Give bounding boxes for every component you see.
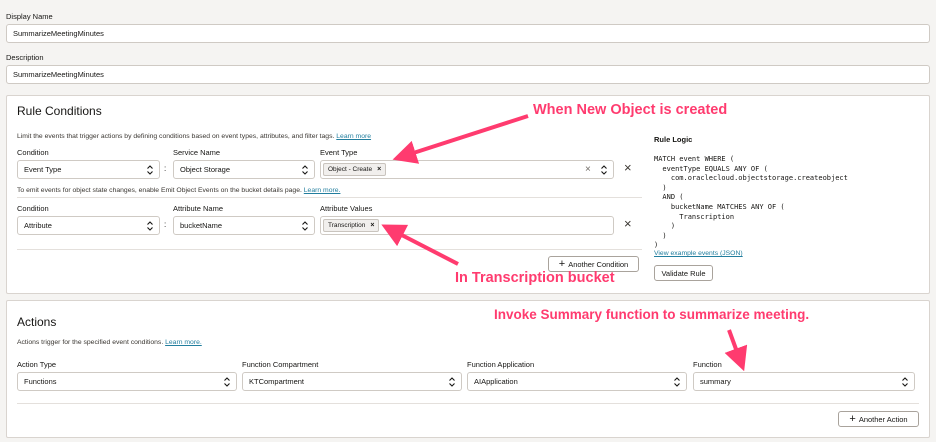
arrow-to-attribute-value (381, 224, 459, 266)
annotation-arrows (381, 114, 748, 372)
arrow-to-event-type (392, 114, 529, 164)
arrow-to-function (724, 329, 748, 372)
